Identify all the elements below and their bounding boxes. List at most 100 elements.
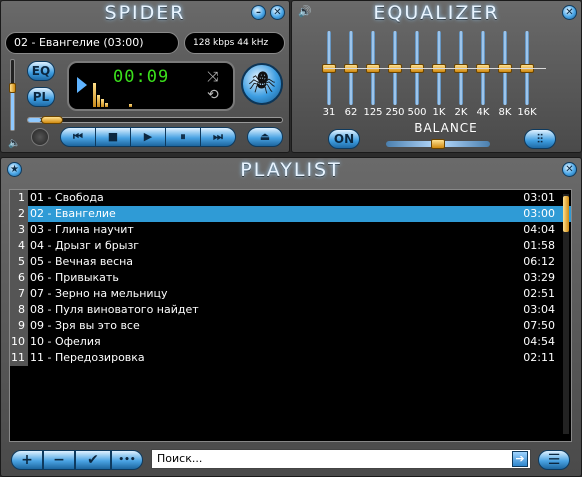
seek-handle[interactable] — [40, 116, 63, 124]
row-number: 1 — [10, 190, 28, 206]
play-button[interactable]: ▶ — [130, 127, 166, 147]
bitrate-field: 128 kbps 44 kHz — [184, 32, 285, 54]
spectrum-visualizer[interactable] — [93, 81, 133, 107]
player-title: SPIDER — [104, 2, 186, 24]
row-number: 10 — [10, 334, 28, 350]
eq-on-button[interactable]: ON — [328, 129, 360, 149]
prev-button[interactable]: ⏮ — [60, 127, 96, 147]
equalizer-window: 🔊 EQUALIZER ✕ 31 62 125 250 500 1K 2K 4K 8K 16K O… — [291, 0, 582, 153]
row-number: 11 — [10, 350, 28, 366]
track-duration: 06:12 — [523, 255, 555, 268]
vis-bar — [105, 103, 108, 107]
playlist-row[interactable]: 1 01 - Свобода 03:01 — [10, 190, 571, 206]
equalizer-close-button[interactable]: ✕ — [562, 5, 577, 20]
equalizer-title: EQUALIZER — [373, 2, 500, 24]
row-number: 8 — [10, 302, 28, 318]
track-title-field: 02 - Евангелие (03:00) — [5, 32, 179, 54]
playlist-row[interactable]: 11 11 - Передозировка 02:11 — [10, 350, 571, 366]
track-name: 10 - Офелия — [30, 335, 101, 348]
seek-bar[interactable] — [27, 116, 283, 124]
close-button[interactable]: ✕ — [270, 5, 285, 20]
track-name: 11 - Передозировка — [30, 351, 145, 364]
playlist-title: PLAYLIST — [240, 159, 342, 181]
playlist-scroll-thumb[interactable] — [563, 196, 569, 232]
track-name: 07 - Зерно на мельницу — [30, 287, 168, 300]
eq-presets-button[interactable]: ⫶⫶ — [524, 129, 556, 149]
eq-toggle-button[interactable]: EQ — [27, 61, 55, 81]
playlist-row[interactable]: 5 05 - Вечная весна 06:12 — [10, 254, 571, 270]
playlist-close-button[interactable]: ✕ — [562, 162, 577, 177]
balance-label: BALANCE — [414, 121, 478, 135]
player-titlebar[interactable]: SPIDER – ✕ — [1, 1, 289, 25]
search-go-button[interactable]: ➔ — [512, 451, 528, 467]
playlist-row[interactable]: 8 08 - Пуля виноватого найдет 03:04 — [10, 302, 571, 318]
repeat-icon[interactable]: ⟲ — [207, 87, 219, 103]
search-box: Поиск... ➔ — [151, 449, 531, 469]
playlist-row[interactable]: 2 02 - Евангелие 03:00 — [10, 206, 571, 222]
track-name: 01 - Свобода — [30, 191, 104, 204]
track-duration: 03:04 — [523, 303, 555, 316]
track-duration: 03:01 — [523, 191, 555, 204]
playlist-row[interactable]: 4 04 - Дрызг и брызг 01:58 — [10, 238, 571, 254]
track-duration: 03:29 — [523, 271, 555, 284]
playlist-titlebar[interactable]: ★ PLAYLIST ✕ — [1, 158, 581, 182]
playlist-row[interactable]: 7 07 - Зерно на мельницу 02:51 — [10, 286, 571, 302]
balance-handle[interactable] — [431, 139, 445, 149]
vis-bar — [101, 99, 104, 107]
playlist-list[interactable]: 1 01 - Свобода 03:01 2 02 - Евангелие 03:00 3 0… — [9, 189, 572, 442]
minimize-button[interactable]: – — [251, 5, 266, 20]
row-number: 7 — [10, 286, 28, 302]
next-button[interactable]: ⏭ — [200, 127, 236, 147]
track-name: 04 - Дрызг и брызг — [30, 239, 140, 252]
remove-button[interactable]: − — [43, 450, 75, 470]
track-duration: 03:00 — [523, 207, 555, 220]
seek-fill — [28, 118, 41, 122]
track-name: 02 - Евангелие — [30, 207, 116, 220]
track-duration: 04:54 — [523, 335, 555, 348]
player-display: 00:09 ⤨ ⟲ — [67, 61, 235, 111]
player-window: SPIDER – ✕ 02 - Евангелие (03:00) 128 kb… — [0, 0, 290, 153]
spider-logo-icon[interactable]: 🕷 — [241, 63, 283, 105]
row-number: 9 — [10, 318, 28, 334]
row-number: 5 — [10, 254, 28, 270]
pl-toggle-button[interactable]: PL — [27, 87, 55, 107]
balance-slider[interactable] — [386, 139, 490, 149]
track-duration: 01:58 — [523, 239, 555, 252]
playlist-row[interactable]: 9 09 - Зря вы это все 07:50 — [10, 318, 571, 334]
vis-bar — [93, 83, 96, 107]
row-number: 2 — [10, 206, 28, 222]
row-number: 4 — [10, 238, 28, 254]
row-number: 3 — [10, 222, 28, 238]
eject-button[interactable]: ⏏ — [247, 127, 283, 147]
stop-button[interactable]: ■ — [95, 127, 131, 147]
record-icon[interactable] — [31, 128, 49, 146]
select-button[interactable]: ✔ — [75, 450, 111, 470]
add-button[interactable]: + — [11, 450, 43, 470]
track-duration: 02:51 — [523, 287, 555, 300]
track-name: 08 - Пуля виноватого найдет — [30, 303, 199, 316]
track-name: 03 - Глина научит — [30, 223, 134, 236]
track-name: 09 - Зря вы это все — [30, 319, 140, 332]
eq-band-label: 16K — [517, 107, 537, 118]
more-button[interactable]: ••• — [111, 450, 143, 470]
playlist-row[interactable]: 3 03 - Глина научит 04:04 — [10, 222, 571, 238]
track-duration: 07:50 — [523, 319, 555, 332]
pause-button[interactable]: ⏸ — [165, 127, 201, 147]
volume-handle[interactable] — [9, 83, 16, 93]
track-duration: 04:04 — [523, 223, 555, 236]
equalizer-titlebar[interactable]: 🔊 EQUALIZER ✕ — [292, 1, 581, 25]
search-input[interactable]: Поиск... — [157, 452, 202, 465]
eq-zero-line — [324, 68, 546, 69]
playlist-row[interactable]: 10 10 - Офелия 04:54 — [10, 334, 571, 350]
playlist-scrollbar[interactable] — [563, 194, 569, 434]
vis-bar — [129, 104, 132, 107]
speaker-icon[interactable]: 🔈 — [8, 138, 20, 149]
track-name: 05 - Вечная весна — [30, 255, 134, 268]
playlist-menu-button[interactable]: ☰ — [538, 450, 570, 470]
track-duration: 02:11 — [523, 351, 555, 364]
volume-slider[interactable] — [9, 59, 16, 131]
playlist-row[interactable]: 6 06 - Привыкать 03:29 — [10, 270, 571, 286]
row-number: 6 — [10, 270, 28, 286]
play-state-icon — [77, 77, 87, 93]
shuffle-icon[interactable]: ⤨ — [207, 69, 218, 85]
